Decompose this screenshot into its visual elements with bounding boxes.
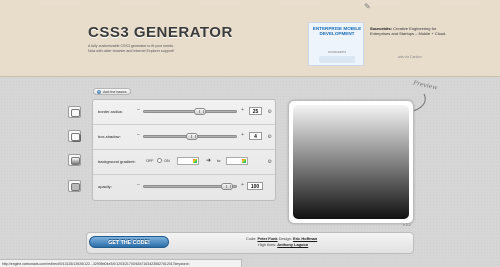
border-radius-label: border-radius: [98, 109, 123, 114]
site-header: ✎ CSS3 GENERATOR A fully customizable CS… [0, 0, 500, 77]
settings-icon[interactable]: ⚙ [268, 134, 272, 140]
highfives-author-link[interactable]: Anthony Lagoon [277, 242, 308, 247]
ad-image-sub: SOURCEBITS [327, 50, 347, 54]
border-radius-row: border-radius: – + 25 ⚙ [93, 100, 275, 125]
ad-image-title: ENTERPRISE MOBILE DEVELOPMENT [312, 26, 362, 37]
ad-image-logo [319, 56, 355, 63]
gradient-to-color[interactable] [226, 157, 248, 165]
opacity-slider[interactable] [143, 183, 237, 190]
add-basics-label: Add the basics [103, 90, 127, 94]
box-shadow-row: box-shadow: – + 4 ⚙ [93, 125, 275, 150]
ad-brand: Sourcebits: [370, 26, 393, 31]
ad-image[interactable]: ENTERPRISE MOBILE DEVELOPMENT SOURCEBITS [308, 22, 364, 66]
credits: Code: Peter Funk Design: Eric Hoffman Hi… [246, 236, 317, 247]
gradient-row: background gradient: OFF ON ➜ to: ⚙ [93, 150, 275, 175]
design-label: Design: [278, 236, 292, 241]
gradient-off-radio[interactable] [157, 158, 162, 163]
code-author-link[interactable]: Peter Funk [257, 236, 277, 241]
preview-box [293, 105, 409, 219]
box-shadow-label: box-shadow: [98, 134, 121, 139]
add-basics-button[interactable]: + Add the basics [93, 88, 131, 95]
box-shadow-plus[interactable]: + [241, 132, 244, 138]
version-label: v 2.2 [403, 223, 411, 227]
code-label: Code: [246, 236, 257, 241]
color-picker-icon[interactable] [242, 159, 246, 163]
border-radius-plus[interactable]: + [241, 107, 244, 113]
ad-text[interactable]: Sourcebits: Creative Engineering for Ent… [370, 26, 456, 37]
design-author-link[interactable]: Eric Hoffman [293, 236, 317, 241]
opacity-row: opacity: – + 100 [93, 175, 275, 199]
controls-panel: border-radius: – + 25 ⚙ box-shadow: – + … [92, 99, 276, 201]
gradient-icon [68, 154, 81, 166]
arrow-right-icon: ➜ [206, 158, 212, 164]
highfives-label: High fives: [258, 241, 277, 247]
carbon-ad[interactable]: ENTERPRISE MOBILE DEVELOPMENT SOURCEBITS… [308, 22, 460, 68]
box-shadow-slider[interactable] [143, 133, 237, 140]
box-shadow-icon [68, 130, 81, 142]
opacity-icon [68, 180, 81, 192]
opacity-slider-thumb[interactable] [221, 183, 233, 190]
border-radius-slider[interactable] [143, 108, 237, 115]
opacity-label: opacity: [98, 184, 112, 189]
settings-icon[interactable]: ⚙ [268, 159, 272, 165]
box-shadow-slider-thumb[interactable] [186, 133, 198, 140]
border-radius-slider-thumb[interactable] [194, 108, 206, 115]
plus-icon: + [97, 90, 101, 94]
opacity-value[interactable]: 100 [247, 182, 263, 190]
gradient-on-label: ON [164, 159, 170, 163]
border-radius-icon [68, 106, 81, 118]
gradient-from-color[interactable] [177, 157, 199, 165]
page-title: CSS3 GENERATOR [88, 24, 233, 41]
settings-icon[interactable]: ⚙ [268, 109, 272, 115]
box-shadow-value[interactable]: 4 [249, 132, 262, 140]
gradient-off-label: OFF [146, 159, 154, 163]
color-picker-icon[interactable] [193, 159, 197, 163]
gradient-label: background gradient: [98, 159, 136, 164]
opacity-plus[interactable]: + [241, 182, 244, 188]
gradient-to-label: to: [217, 159, 222, 163]
header-decor [0, 0, 500, 6]
status-bar-url: http://engine.carbonads.com/redirect/0/1… [0, 259, 242, 267]
page-subtitle: A fully customizable CSS3 generator to f… [88, 44, 238, 54]
preview-frame [288, 100, 414, 224]
credits-line-2: High fives: Anthony Lagoon [246, 242, 317, 248]
ad-via-link[interactable]: ads via Carbon [398, 55, 422, 59]
subtitle-line-2: Now with older browser and Internet Expl… [88, 49, 174, 53]
box-shadow-minus[interactable]: – [137, 132, 140, 138]
ribbon-icon: ✎ [364, 2, 371, 11]
border-radius-minus[interactable]: – [137, 107, 140, 113]
opacity-minus[interactable]: – [137, 182, 140, 188]
border-radius-value[interactable]: 25 [249, 107, 262, 115]
get-code-button[interactable]: GET THE CODE! [89, 236, 169, 248]
